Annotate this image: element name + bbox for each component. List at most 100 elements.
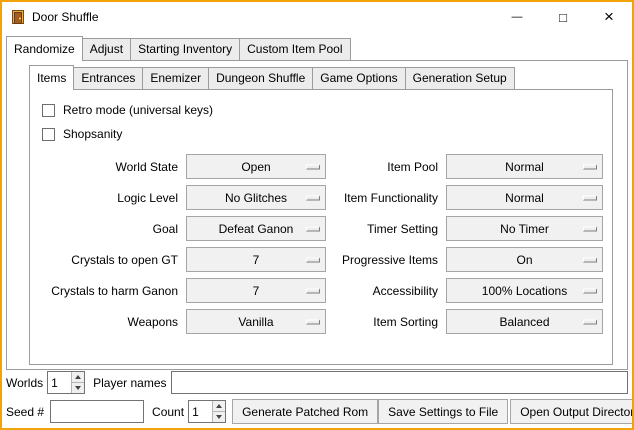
weapons-label: Weapons xyxy=(34,315,180,329)
shopsanity-checkbox-row: Shopsanity xyxy=(42,124,608,144)
seed-input[interactable] xyxy=(50,400,144,423)
crystals-open-gt-label: Crystals to open GT xyxy=(34,253,180,267)
timer-setting-value: No Timer xyxy=(500,222,549,236)
dropdown-indicator-icon xyxy=(583,195,597,200)
seed-row: Seed # Count Generate Patched Rom Save S… xyxy=(6,399,628,424)
tab-items[interactable]: Items xyxy=(29,65,74,90)
randomize-pane: Items Entrances Enemizer Dungeon Shuffle… xyxy=(6,60,628,370)
accessibility-label: Accessibility xyxy=(332,284,440,298)
tab-randomize[interactable]: Randomize xyxy=(6,36,83,61)
window: Door Shuffle — □ × Randomize Adjust Star… xyxy=(0,0,634,430)
tab-entrances[interactable]: Entrances xyxy=(73,67,143,89)
generate-patched-rom-button[interactable]: Generate Patched Rom xyxy=(232,399,378,424)
window-title: Door Shuffle xyxy=(32,10,99,24)
dropdown-indicator-icon xyxy=(306,288,320,293)
accessibility-value: 100% Locations xyxy=(482,284,567,298)
titlebar: Door Shuffle — □ × xyxy=(2,2,632,32)
progressive-items-value: On xyxy=(516,253,532,267)
count-label: Count xyxy=(152,405,184,419)
dropdown-indicator-icon xyxy=(583,226,597,231)
world-state-value: Open xyxy=(241,160,270,174)
worlds-row: Worlds Player names xyxy=(6,370,628,395)
sub-tab-bar: Items Entrances Enemizer Dungeon Shuffle… xyxy=(29,65,613,89)
weapons-value: Vanilla xyxy=(238,315,273,329)
close-icon[interactable]: × xyxy=(586,2,632,32)
shopsanity-label: Shopsanity xyxy=(63,127,122,141)
crystals-harm-ganon-value: 7 xyxy=(253,284,260,298)
tab-custom-item-pool[interactable]: Custom Item Pool xyxy=(239,38,350,60)
minimize-icon[interactable]: — xyxy=(494,2,540,32)
crystals-harm-ganon-label: Crystals to harm Ganon xyxy=(34,284,180,298)
item-functionality-label: Item Functionality xyxy=(332,191,440,205)
bottom-controls: Worlds Player names Seed # Count xyxy=(6,370,628,424)
worlds-stepper[interactable] xyxy=(47,371,85,394)
dropdown-indicator-icon xyxy=(583,319,597,324)
tab-enemizer[interactable]: Enemizer xyxy=(142,67,209,89)
count-input[interactable] xyxy=(189,401,212,422)
dropdown-indicator-icon xyxy=(306,319,320,324)
app-icon xyxy=(10,9,26,25)
dropdown-indicator-icon xyxy=(583,257,597,262)
player-names-input[interactable] xyxy=(171,371,629,394)
goal-label: Goal xyxy=(34,222,180,236)
client-area: Randomize Adjust Starting Inventory Cust… xyxy=(2,32,632,428)
logic-level-label: Logic Level xyxy=(34,191,180,205)
worlds-spin-buttons xyxy=(71,372,84,393)
open-output-directory-button[interactable]: Open Output Directory xyxy=(510,399,634,424)
timer-setting-dropdown[interactable]: No Timer xyxy=(446,216,603,241)
spin-up-icon[interactable] xyxy=(213,401,225,411)
item-sorting-dropdown[interactable]: Balanced xyxy=(446,309,603,334)
crystals-open-gt-dropdown[interactable]: 7 xyxy=(186,247,326,272)
goal-dropdown[interactable]: Defeat Ganon xyxy=(186,216,326,241)
progressive-items-dropdown[interactable]: On xyxy=(446,247,603,272)
accessibility-dropdown[interactable]: 100% Locations xyxy=(446,278,603,303)
seed-label: Seed # xyxy=(6,405,44,419)
progressive-items-label: Progressive Items xyxy=(332,253,440,267)
weapons-dropdown[interactable]: Vanilla xyxy=(186,309,326,334)
item-pool-label: Item Pool xyxy=(332,160,440,174)
count-stepper[interactable] xyxy=(188,400,226,423)
item-functionality-dropdown[interactable]: Normal xyxy=(446,185,603,210)
item-pool-value: Normal xyxy=(505,160,544,174)
goal-value: Defeat Ganon xyxy=(219,222,294,236)
retro-mode-label: Retro mode (universal keys) xyxy=(63,103,213,117)
main-tab-bar: Randomize Adjust Starting Inventory Cust… xyxy=(6,36,628,60)
logic-level-dropdown[interactable]: No Glitches xyxy=(186,185,326,210)
tab-starting-inventory[interactable]: Starting Inventory xyxy=(130,38,240,60)
maximize-icon[interactable]: □ xyxy=(540,2,586,32)
items-pane: Retro mode (universal keys) Shopsanity W… xyxy=(29,89,613,365)
inner-notebook: Items Entrances Enemizer Dungeon Shuffle… xyxy=(29,65,613,365)
crystals-open-gt-value: 7 xyxy=(253,253,260,267)
dropdown-indicator-icon xyxy=(306,257,320,262)
dropdown-indicator-icon xyxy=(583,288,597,293)
tab-dungeon-shuffle[interactable]: Dungeon Shuffle xyxy=(208,67,313,89)
player-names-label: Player names xyxy=(93,376,166,390)
save-settings-button[interactable]: Save Settings to File xyxy=(378,399,508,424)
window-controls: — □ × xyxy=(494,2,632,32)
item-pool-dropdown[interactable]: Normal xyxy=(446,154,603,179)
crystals-harm-ganon-dropdown[interactable]: 7 xyxy=(186,278,326,303)
tab-adjust[interactable]: Adjust xyxy=(82,38,131,60)
worlds-input[interactable] xyxy=(48,372,71,393)
dropdown-indicator-icon xyxy=(306,195,320,200)
item-functionality-value: Normal xyxy=(505,191,544,205)
count-spin-buttons xyxy=(212,401,225,422)
tab-generation-setup[interactable]: Generation Setup xyxy=(405,67,515,89)
retro-mode-checkbox-row: Retro mode (universal keys) xyxy=(42,100,608,120)
options-grid: World State Open Item Pool Normal Logic … xyxy=(34,154,608,334)
dropdown-indicator-icon xyxy=(306,164,320,169)
worlds-label: Worlds xyxy=(6,376,43,390)
world-state-dropdown[interactable]: Open xyxy=(186,154,326,179)
retro-mode-checkbox[interactable] xyxy=(42,104,55,117)
world-state-label: World State xyxy=(34,160,180,174)
item-sorting-label: Item Sorting xyxy=(332,315,440,329)
shopsanity-checkbox[interactable] xyxy=(42,128,55,141)
item-sorting-value: Balanced xyxy=(499,315,549,329)
timer-setting-label: Timer Setting xyxy=(332,222,440,236)
spin-down-icon[interactable] xyxy=(213,411,225,422)
dropdown-indicator-icon xyxy=(306,226,320,231)
dropdown-indicator-icon xyxy=(583,164,597,169)
spin-down-icon[interactable] xyxy=(72,382,84,393)
tab-game-options[interactable]: Game Options xyxy=(312,67,405,89)
spin-up-icon[interactable] xyxy=(72,372,84,382)
